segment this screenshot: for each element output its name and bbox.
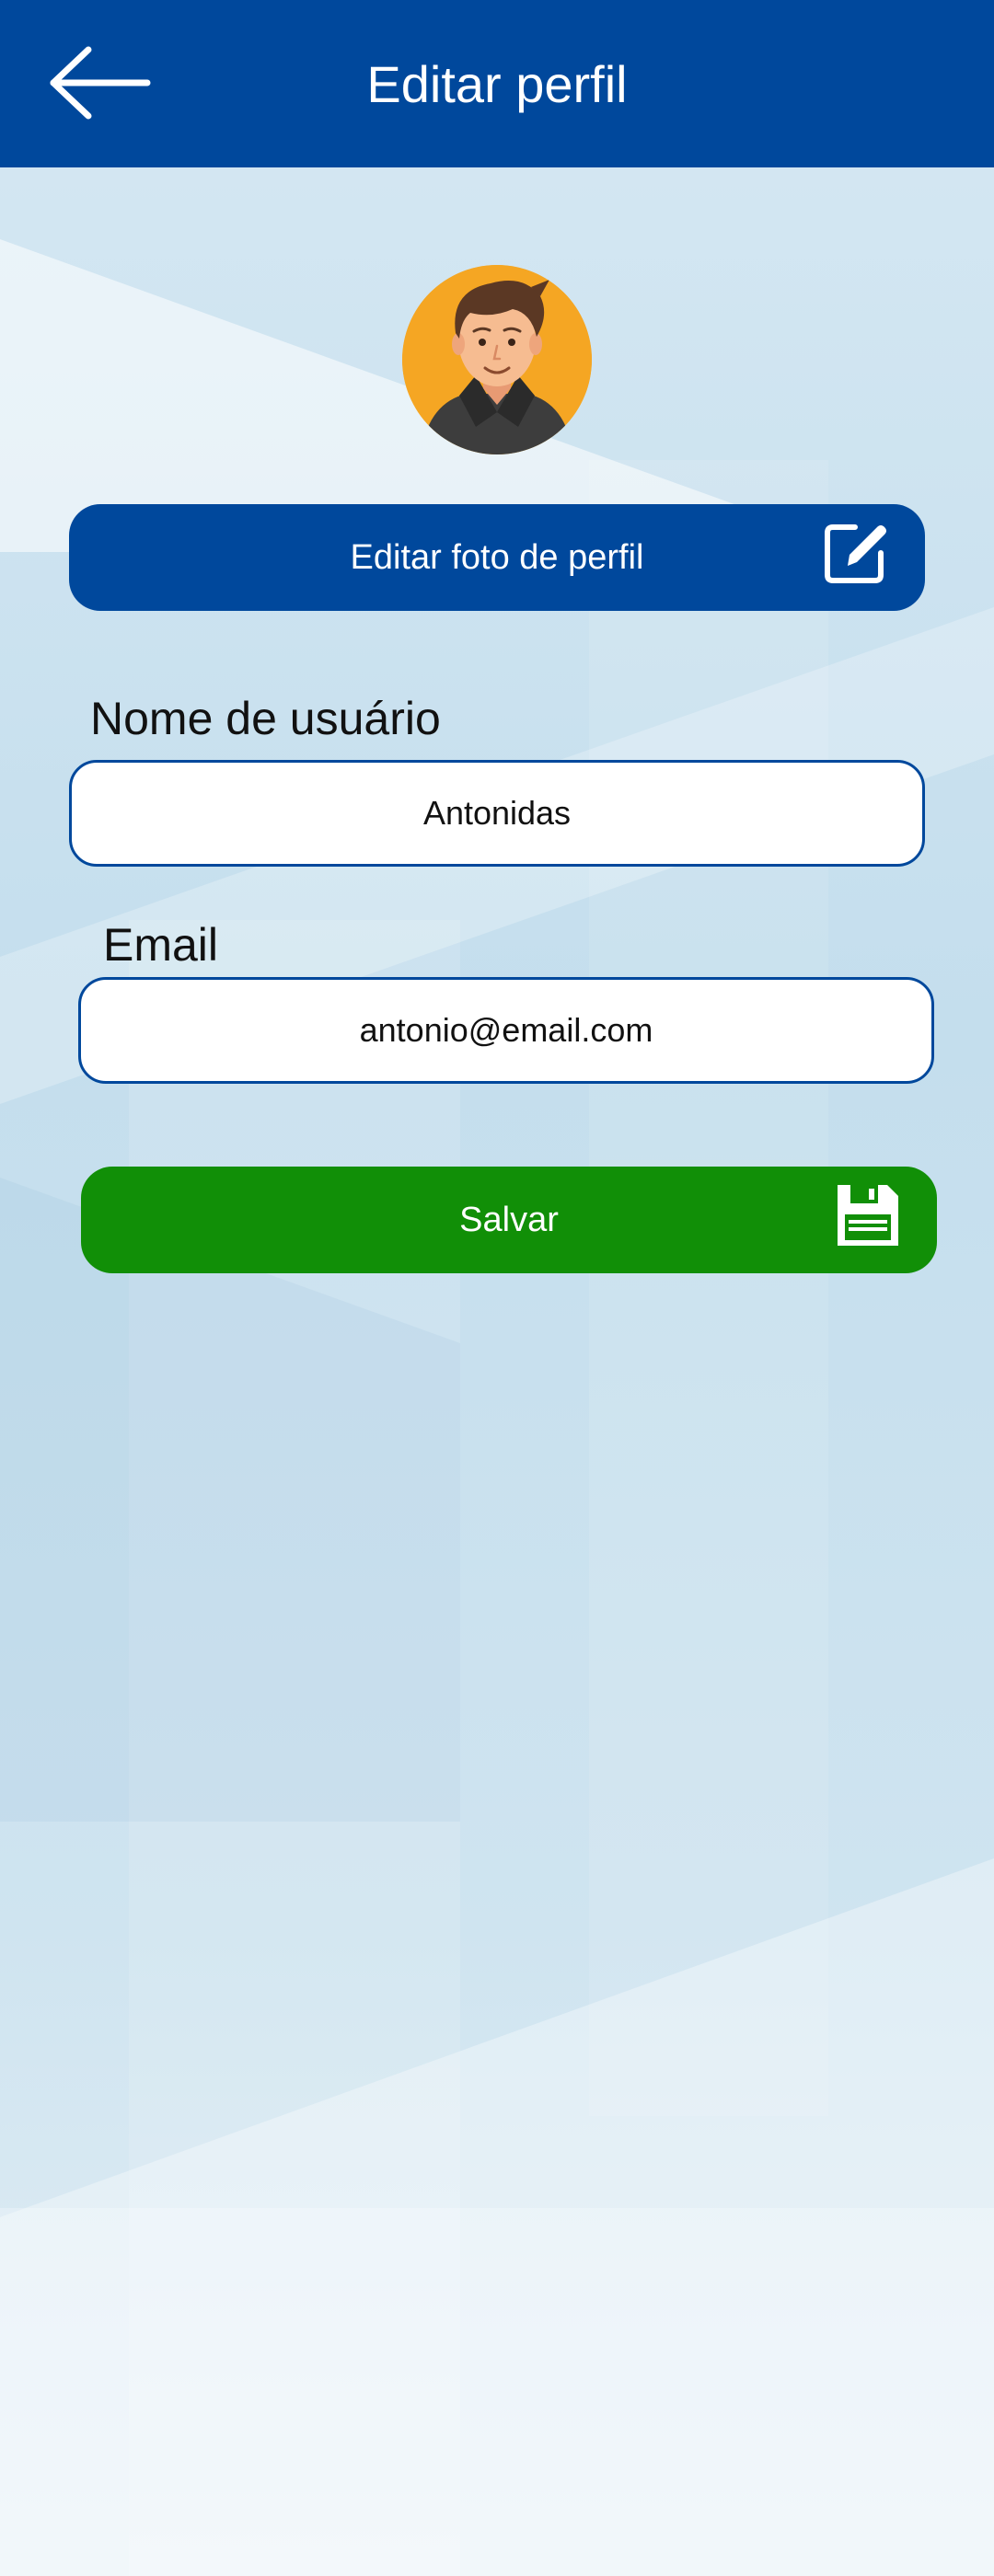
avatar bbox=[402, 265, 592, 454]
save-button[interactable]: Salvar bbox=[81, 1167, 937, 1273]
edit-photo-label: Editar foto de perfil bbox=[350, 537, 644, 577]
page-title: Editar perfil bbox=[366, 54, 628, 113]
email-input[interactable]: antonio@email.com bbox=[78, 977, 934, 1084]
avatar-illustration bbox=[402, 265, 592, 454]
username-label: Nome de usuário bbox=[90, 693, 441, 744]
save-label: Salvar bbox=[459, 1200, 559, 1239]
email-label: Email bbox=[103, 919, 219, 971]
floppy-disk-icon bbox=[834, 1181, 902, 1259]
profile-form: Editar foto de perfil Nome de usuário An… bbox=[0, 0, 994, 2576]
edit-photo-button[interactable]: Editar foto de perfil bbox=[69, 504, 925, 611]
edit-square-icon bbox=[820, 518, 890, 597]
username-input[interactable]: Antonidas bbox=[69, 760, 925, 867]
app-bar: Editar perfil bbox=[0, 0, 994, 167]
